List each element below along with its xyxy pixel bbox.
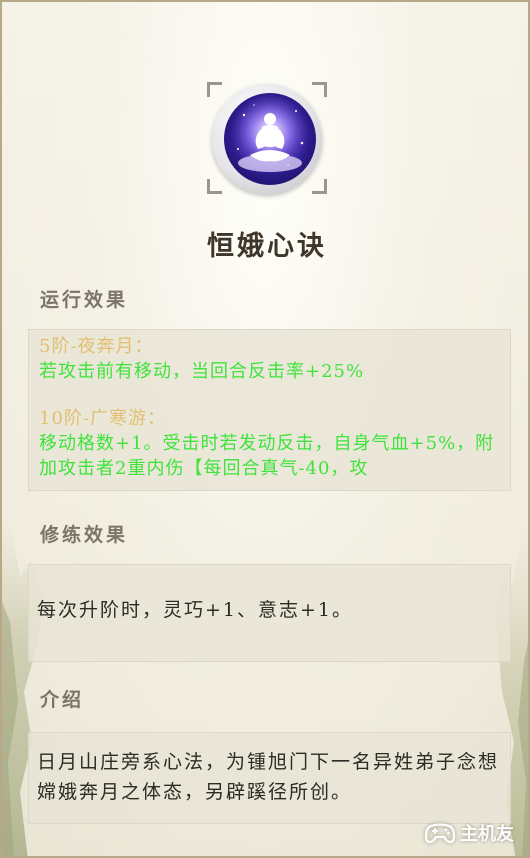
frame-corner-top-left <box>207 82 222 97</box>
effect-description: 移动格数+1。受击时若发动反击，自身气血+5%，附加攻击者2重内伤【每回合真气-… <box>39 433 495 479</box>
frame-corner-bottom-right <box>312 179 327 194</box>
skill-icon-ring <box>212 84 322 194</box>
skill-icon <box>207 82 327 194</box>
meditating-figure-icon <box>224 93 316 185</box>
frame-corner-top-right <box>312 82 327 97</box>
gamepad-icon <box>425 823 455 844</box>
effect-title: 10阶-广寒游： <box>39 408 166 429</box>
intro-panel: 日月山庄旁系心法，为锺旭门下一名异姓弟子念想嫦娥奔月之体态，另辟蹊径所创。 <box>28 732 511 824</box>
cultivation-effects-panel: 每次升阶时，灵巧+1、意志+1。 <box>28 564 511 662</box>
watermark-label: 主机友 <box>460 824 514 845</box>
effect-description: 若攻击前有移动，当回合反击率+25% <box>39 361 365 382</box>
running-effects-header: 运行效果 <box>40 289 129 311</box>
frame-corner-bottom-left <box>207 179 222 194</box>
watermark: 主机友 <box>425 820 514 846</box>
running-effects-panel[interactable]: 5阶-夜奔月： 若攻击前有移动，当回合反击率+25% 10阶-广寒游： 移动格数… <box>28 329 511 491</box>
effect-item: 5阶-夜奔月： 若攻击前有移动，当回合反击率+25% <box>39 334 510 384</box>
intro-header: 介绍 <box>40 689 85 711</box>
effect-item: 10阶-广寒游： 移动格数+1。受击时若发动反击，自身气血+5%，附加攻击者2重… <box>39 406 510 481</box>
effect-title: 5阶-夜奔月： <box>39 336 154 357</box>
cultivation-effects-header: 修练效果 <box>40 524 129 546</box>
intro-text: 日月山庄旁系心法，为锺旭门下一名异姓弟子念想嫦娥奔月之体态，另辟蹊径所创。 <box>37 751 500 803</box>
skill-detail-panel: 恒娥心诀 运行效果 5阶-夜奔月： 若攻击前有移动，当回合反击率+25% 10阶… <box>0 0 530 858</box>
skill-title: 恒娥心诀 <box>207 231 327 262</box>
cultivation-effects-text: 每次升阶时，灵巧+1、意志+1。 <box>37 599 354 621</box>
